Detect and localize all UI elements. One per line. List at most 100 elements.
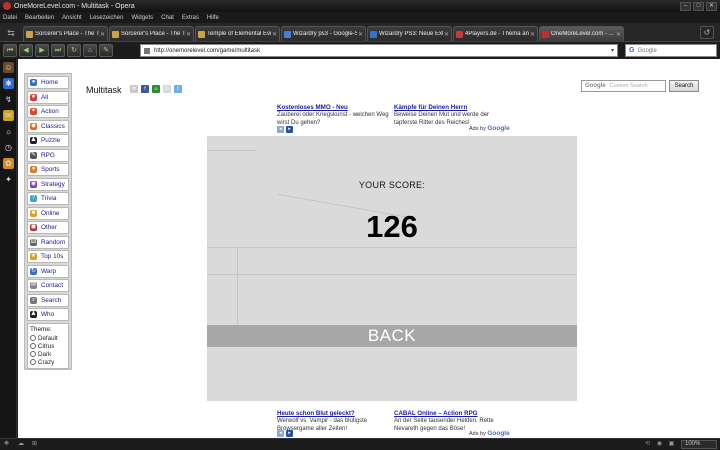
ad-prev-icon[interactable]: ◂: [277, 430, 284, 437]
menu-item[interactable]: Widgets: [131, 15, 153, 21]
tab[interactable]: 4Players.de - Thema anz...✕: [453, 26, 538, 41]
images-icon[interactable]: ◉: [655, 440, 664, 448]
minimize-button[interactable]: –: [680, 1, 691, 11]
tab[interactable]: Wizardry ps3 - Google-Su...✕: [281, 26, 366, 41]
ad-link[interactable]: Heute schon Blut geleckt?: [277, 410, 392, 417]
radio-button[interactable]: [30, 351, 36, 357]
widgets-icon[interactable]: ↯: [3, 94, 14, 105]
close-icon[interactable]: ✕: [100, 31, 105, 38]
notes-icon[interactable]: ☼: [3, 126, 14, 137]
ad-link[interactable]: Kostenloses MMO - Neu: [277, 104, 392, 111]
forward-button[interactable]: ▶: [35, 44, 49, 57]
theme-option-dark[interactable]: Dark: [30, 350, 66, 358]
turbo-icon[interactable]: ⊞: [32, 441, 40, 448]
sidebar-item-who[interactable]: ♟ Who: [27, 308, 69, 321]
theme-option-default[interactable]: Default: [30, 334, 66, 342]
address-bar[interactable]: http://onemorelevel.com/game/multitask ▾: [140, 44, 618, 57]
sidebar-item-random[interactable]: ⚄ Random: [27, 235, 69, 249]
mail-icon[interactable]: ✉: [3, 110, 14, 121]
ad-link[interactable]: Kämpfe für Deinen Herrn: [394, 104, 509, 111]
back-button[interactable]: BACK: [207, 325, 577, 347]
rewind-button[interactable]: ⏮: [3, 44, 17, 57]
close-icon[interactable]: ✕: [530, 31, 535, 38]
sidebar-item-all[interactable]: ★ All: [27, 90, 69, 104]
view-icon[interactable]: ▣: [667, 440, 676, 448]
google-share-icon[interactable]: G: [163, 85, 171, 93]
radio-button[interactable]: [30, 335, 36, 341]
theme-option-citrus[interactable]: Citrus: [30, 342, 66, 350]
close-icon[interactable]: ✕: [444, 31, 449, 38]
sync-icon[interactable]: ⟲: [643, 440, 652, 448]
sidebar-item-contact[interactable]: ✉ Contact: [27, 279, 69, 292]
panel-toggle-icon[interactable]: ✥: [4, 441, 12, 448]
menu-item[interactable]: Hilfe: [207, 15, 219, 21]
facebook-icon[interactable]: f: [141, 85, 149, 93]
close-icon[interactable]: ✕: [358, 31, 363, 38]
reload-button[interactable]: ↻: [67, 44, 81, 57]
tab[interactable]: Temple of Elemental Evil ...✕: [195, 26, 280, 41]
sidebar-item-online[interactable]: ☻ Online: [27, 206, 69, 220]
browser-search-field[interactable]: G Google: [625, 44, 717, 57]
theme-option-crazy[interactable]: Crazy: [30, 358, 66, 366]
tab-scroll-icon[interactable]: ⇆: [3, 26, 19, 41]
back-button[interactable]: ◀: [19, 44, 33, 57]
tab-active[interactable]: OneMoreLevel.com - ... ✕: [539, 26, 624, 41]
theme-option-label: Dark: [38, 350, 52, 358]
links-icon[interactable]: ✦: [3, 174, 14, 185]
ad-link[interactable]: CABAL Online – Action RPG: [394, 410, 509, 417]
game-canvas[interactable]: YOUR SCORE: 126 BACK: [207, 136, 577, 401]
site-sidebar-menu: ● Home ★ All ✦ Action ◆ Classics ♟ Puzzle ✎ RP…: [24, 73, 72, 370]
radio-button[interactable]: [30, 343, 36, 349]
menu-item[interactable]: Chat: [161, 15, 174, 21]
tab[interactable]: Wizardry PS3: Neue Exklu...✕: [367, 26, 452, 41]
ads-by-google[interactable]: Ads by Google: [469, 125, 510, 132]
ad-next-icon[interactable]: ▸: [286, 430, 293, 437]
close-icon[interactable]: ✕: [186, 31, 191, 38]
edit-button[interactable]: ✎: [99, 44, 113, 57]
sidebar-item-warp[interactable]: ↻ Warp: [27, 264, 69, 278]
ad-next-icon[interactable]: ▸: [286, 126, 293, 133]
sidebar-item-action[interactable]: ✦ Action: [27, 105, 69, 118]
sidebar-item-sports[interactable]: ● Sports: [27, 163, 69, 176]
tab[interactable]: Sorcerer's Place - The Te...✕: [23, 26, 108, 41]
menu-item[interactable]: Bearbeiten: [25, 15, 54, 21]
bookmarks-icon[interactable]: ✱: [3, 78, 14, 89]
chat-icon[interactable]: ✿: [3, 158, 14, 169]
menu-item[interactable]: Datei: [3, 15, 17, 21]
fast-forward-button[interactable]: ⏭: [51, 44, 65, 57]
maximize-button[interactable]: □: [693, 1, 704, 11]
speed-dial-icon[interactable]: ☺: [3, 62, 14, 73]
home-button[interactable]: ⌂: [83, 44, 97, 57]
radio-button[interactable]: [30, 359, 36, 365]
sidebar-item-strategy[interactable]: ◉ Strategy: [27, 177, 69, 191]
menu-item[interactable]: Extras: [182, 15, 199, 21]
tab[interactable]: Sorcerer's Place - The Te...✕: [109, 26, 194, 41]
closed-tabs-icon[interactable]: ↺: [700, 26, 714, 39]
sidebar-item-top10s[interactable]: ★ Top 10s: [27, 250, 69, 263]
custom-search-input[interactable]: Google Custom Search: [581, 80, 666, 92]
search-button[interactable]: Search: [669, 80, 699, 92]
ad-prev-icon[interactable]: ◂: [277, 126, 284, 133]
history-icon[interactable]: ◷: [3, 142, 14, 153]
sidebar-item-trivia[interactable]: ? Trivia: [27, 192, 69, 205]
menu-item[interactable]: Lesezeichen: [90, 15, 124, 21]
sidebar-item-classics[interactable]: ◆ Classics: [27, 119, 69, 133]
close-icon[interactable]: ✕: [272, 31, 277, 38]
sidebar-item-other[interactable]: ◼ Other: [27, 221, 69, 234]
sidebar-item-rpg[interactable]: ✎ RPG: [27, 148, 69, 162]
menu-item[interactable]: Ansicht: [62, 15, 82, 21]
chevron-down-icon[interactable]: ▾: [611, 47, 614, 54]
twitter-icon[interactable]: t: [174, 85, 182, 93]
zoom-selector[interactable]: 100%: [681, 440, 717, 449]
sidebar-item-home[interactable]: ● Home: [27, 76, 69, 89]
all-icon: ★: [30, 93, 37, 101]
ads-by-google[interactable]: Ads by Google: [469, 430, 510, 437]
sidebar-item-search[interactable]: ⌕ Search: [27, 293, 69, 307]
address-url[interactable]: http://onemorelevel.com/game/multitask: [154, 48, 611, 54]
close-icon[interactable]: ✕: [616, 31, 621, 38]
close-button[interactable]: ✕: [706, 1, 717, 11]
sidebar-item-puzzle[interactable]: ♟ Puzzle: [27, 134, 69, 147]
unite-icon[interactable]: ☁: [18, 441, 26, 448]
stumbleupon-icon[interactable]: ☺: [152, 85, 160, 93]
email-share-icon[interactable]: ✉: [130, 85, 138, 93]
